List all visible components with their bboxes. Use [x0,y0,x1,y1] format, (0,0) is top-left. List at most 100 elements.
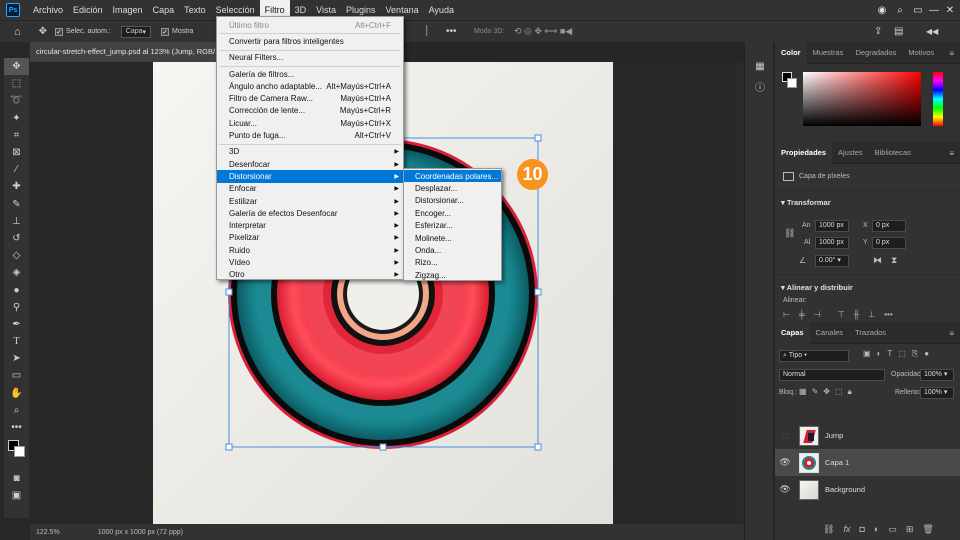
tab-degradados[interactable]: Degradados [849,42,902,64]
layer-row-capa-1[interactable]: 👁︎ Capa 1 [775,449,960,476]
move-tool-icon[interactable]: ✥ [4,58,29,76]
submenu-item-molinete[interactable]: Molinete... [404,232,501,244]
menu-item-distorsionar[interactable]: Distorsionar ▶ [217,170,403,183]
opacity-field[interactable]: 100% ▾ [920,369,954,381]
eraser-tool-icon[interactable]: ◇ [4,247,29,264]
panel-menu-icon[interactable]: ≡ [949,49,954,58]
fill-field[interactable]: 100% ▾ [920,387,954,399]
submenu-item-desplazar[interactable]: Desplazar... [404,182,501,194]
menu-imagen[interactable]: Imagen [108,0,148,20]
zoom-tool-icon[interactable]: ⌕ [4,402,29,419]
vertical-scrollbar[interactable] [736,62,744,524]
menu-item-galer-a-de-filtros[interactable]: Galería de filtros... [217,68,403,80]
tab-ajustes[interactable]: Ajustes [832,142,869,164]
eye-icon[interactable]: 👁︎ [775,484,795,495]
menu-texto[interactable]: Texto [179,0,211,20]
brush-tool-icon[interactable]: ✎ [4,196,29,213]
hue-slider[interactable] [933,72,943,126]
type-filter-icon[interactable]: T [887,349,892,359]
adjustment-filter-icon[interactable]: ◐ [877,349,882,359]
3d-orbit-icon[interactable]: ⟲ ◎ ✥ ⟷ ■◀ [514,26,572,37]
align-center-v-icon[interactable]: ╫ [854,310,860,319]
submenu-item-distorsionar[interactable]: Distorsionar... [404,195,501,207]
smart-object-filter-icon[interactable]: ⎘ [912,349,918,359]
history-brush-tool-icon[interactable]: ↺ [4,230,29,247]
document-tab[interactable]: circular-stretch-effect_jump.psd al 123%… [30,42,218,62]
background-color-swatch[interactable] [787,78,797,88]
link-icon[interactable]: ⛓ [784,228,795,239]
menu-item-correcci-n-de-lente[interactable]: Corrección de lente... Mayús+Ctrl+R [217,105,403,117]
move-tool-icon[interactable]: ✥ [39,26,47,37]
layer-filter-dropdown[interactable]: ⌕ Tipo ▾ [779,350,849,362]
menu-item--ngulo-ancho-adaptable[interactable]: Ángulo ancho adaptable... Alt+Mayús+Ctrl+… [217,80,403,92]
layer-row-background[interactable]: 👁︎ Background [775,476,960,503]
zoom-level[interactable]: 122.5% [36,529,60,536]
align-right-icon[interactable]: ⊣ [814,310,821,319]
rectangle-tool-icon[interactable]: ▭ [4,367,29,384]
home-icon[interactable]: ⌂ [14,26,21,38]
menu-archivo[interactable]: Archivo [28,0,68,20]
menu-capa[interactable]: Capa [148,0,180,20]
color-swatches[interactable] [4,436,29,470]
lasso-tool-icon[interactable]: ➰ [4,92,29,109]
transform-section-title[interactable]: ▾ Transformar [777,192,835,211]
menu-item-3d[interactable]: 3D ▶ [217,146,403,158]
menu-item-interpretar[interactable]: Interpretar ▶ [217,220,403,232]
lock-all-icon[interactable]: 🔒︎ [848,387,852,397]
paint-bucket-tool-icon[interactable]: ◈ [4,264,29,281]
menu-item-galer-a-de-efectos-desenfocar[interactable]: Galería de efectos Desenfocar ▶ [217,207,403,219]
pen-tool-icon[interactable]: ✒ [4,316,29,333]
type-tool-icon[interactable]: T [4,333,29,350]
tab-canales[interactable]: Canales [810,322,850,344]
auto-select-checkbox[interactable]: ✓ [55,27,64,36]
shape-filter-icon[interactable]: ⬚ [898,349,906,359]
submenu-item-esferizar[interactable]: Esferizar... [404,220,501,232]
marquee-tool-icon[interactable]: ⬚ [4,75,29,92]
menu-item-punto-de-fuga[interactable]: Punto de fuga... Alt+Ctrl+V [217,129,403,141]
submenu-item-onda[interactable]: Onda... [404,244,501,256]
tab-bibliotecas[interactable]: Bibliotecas [869,142,917,164]
healing-brush-tool-icon[interactable]: ✚ [4,178,29,195]
blend-mode-dropdown[interactable]: Normal [779,369,885,381]
submenu-item-rizo[interactable]: Rizo... [404,257,501,269]
layer-mask-icon[interactable]: ◘ [859,524,864,535]
tab-color[interactable]: Color [775,41,807,64]
flip-horizontal-icon[interactable]: ⧓ [873,255,882,266]
width-field[interactable]: 1000 px [815,220,849,232]
menu-item-otro[interactable]: Otro ▶ [217,269,403,281]
clone-stamp-tool-icon[interactable]: ⊥ [4,213,29,230]
align-bottom-icon[interactable]: ⊥ [868,310,875,319]
layer-style-icon[interactable]: fx [843,524,850,535]
crop-tool-icon[interactable]: ⌗ [4,127,29,144]
share-icon[interactable]: ⇪ [874,26,882,37]
align-left-icon[interactable]: ⊢ [783,310,790,319]
flip-vertical-icon[interactable]: ⧗ [891,255,897,266]
distribute-icon[interactable]: ⏐ [424,26,430,37]
menu-item-filtro-de-camera-raw[interactable]: Filtro de Camera Raw... Mayús+Ctrl+A [217,93,403,105]
color-field[interactable] [803,72,921,126]
hand-tool-icon[interactable]: ✋ [4,385,29,402]
angle-field[interactable]: 0.00° ▾ [815,255,849,267]
x-field[interactable]: 0 px [872,220,906,232]
align-section-title[interactable]: ▾ Alinear y distribuir [777,277,857,296]
panel-icon[interactable]: ▤ [894,26,903,37]
show-transform-option[interactable]: ✓ Mostra [161,27,193,36]
lock-transparent-icon[interactable]: ▦ [799,387,807,397]
menu-item-pixelizar[interactable]: Pixelizar ▶ [217,232,403,244]
auto-select-dropdown[interactable]: Capa ▾ [120,25,152,38]
more-tools-icon[interactable]: ••• [4,419,29,436]
tab-capas[interactable]: Capas [775,321,810,344]
frame-tool-icon[interactable]: ⊠ [4,144,29,161]
more-options-icon[interactable]: ••• [446,26,457,37]
lock-artboard-icon[interactable]: ⬚ [835,387,843,397]
layer-row-jump[interactable]: □ Jump [775,422,960,449]
submenu-item-coordenadas-polares[interactable]: Coordenadas polares... [404,170,501,183]
eyedropper-tool-icon[interactable]: ⁄ [4,161,29,178]
tab-motivos[interactable]: Motivos [902,42,940,64]
path-selection-tool-icon[interactable]: ➤ [4,350,29,367]
align-center-h-icon[interactable]: ╪ [799,310,805,319]
link-layers-icon[interactable]: ⛓ [823,524,834,535]
visibility-toggle-empty[interactable]: □ [775,431,795,441]
lock-position-icon[interactable]: ✥ [823,387,830,397]
blur-tool-icon[interactable]: ● [4,281,29,298]
